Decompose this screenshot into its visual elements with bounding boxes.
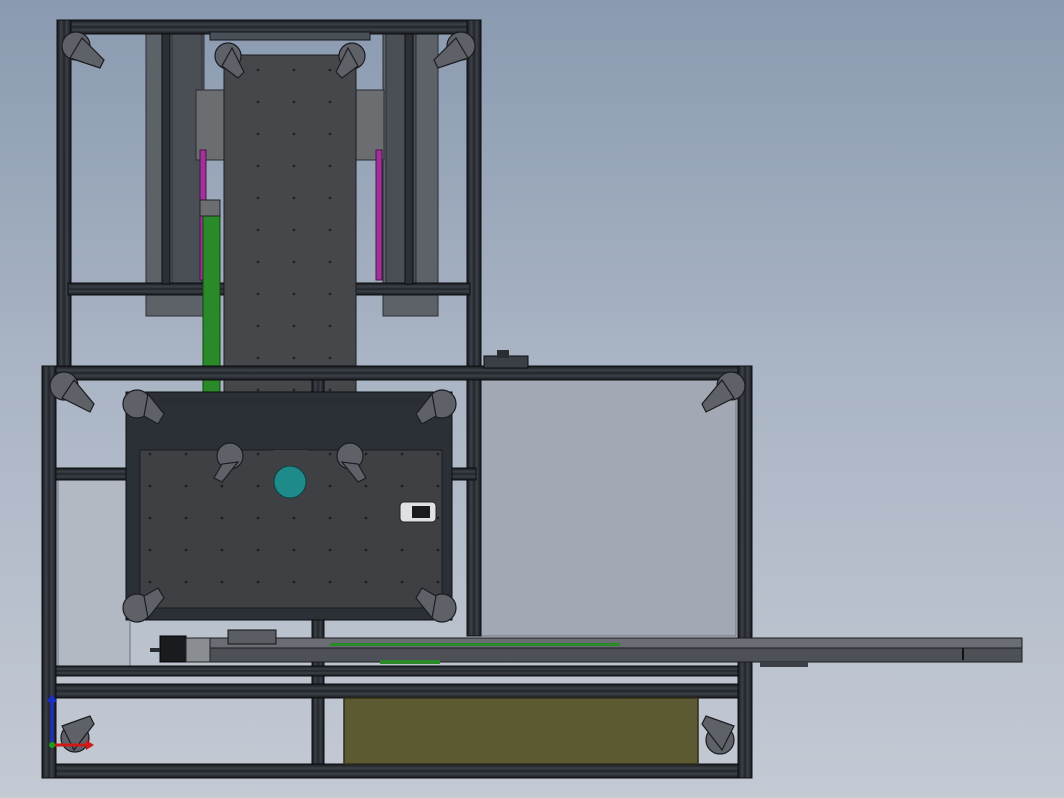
magenta-guide-right: [375, 149, 383, 281]
base-plate[interactable]: [125, 391, 453, 621]
glass-panel-right: [477, 377, 737, 637]
stepper-motor[interactable]: [150, 635, 211, 663]
lower-frame-bottom-profile: [41, 763, 753, 779]
rail-carriage: [227, 629, 277, 645]
rail-body: [199, 647, 1023, 663]
lower-frame-left-profile: [41, 365, 57, 779]
motor-body: [159, 635, 187, 663]
bracket-icon: [701, 715, 735, 755]
glass-panel-left: [57, 479, 131, 671]
battery-body: [343, 697, 699, 765]
cad-scene: [41, 19, 1023, 779]
cad-viewport[interactable]: [0, 0, 1064, 798]
battery-block[interactable]: [343, 697, 699, 765]
teal-disc: [273, 465, 307, 499]
lower-frame-right-profile: [737, 365, 753, 779]
upper-frame-left-profile: [56, 19, 72, 381]
lower-frame-cross-profile: [55, 683, 739, 699]
lower-frame-top-profile: [41, 365, 753, 381]
upper-frame-right-profile: [466, 19, 482, 637]
